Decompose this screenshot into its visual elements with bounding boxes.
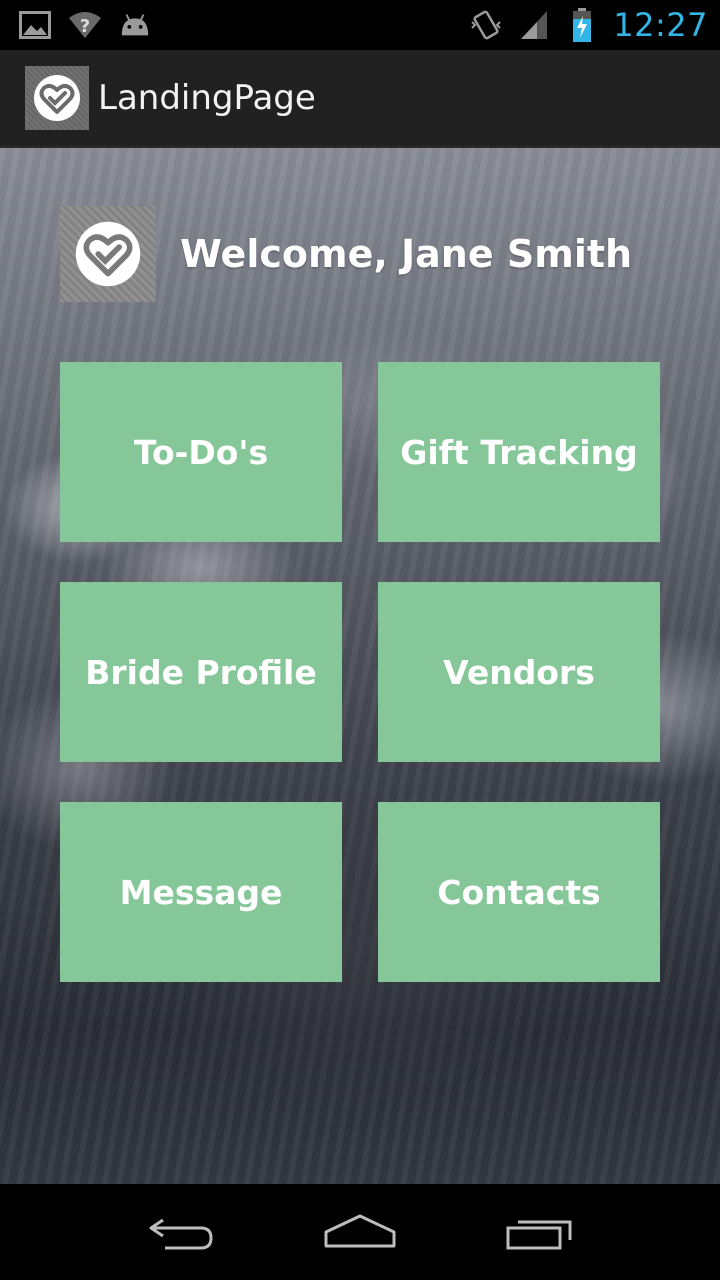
- navigation-bar: [0, 1184, 720, 1280]
- signal-icon: [517, 8, 551, 42]
- status-clock: 12:27: [613, 6, 708, 44]
- gift-tracking-button[interactable]: Gift Tracking: [378, 362, 660, 542]
- heart-check-icon: [34, 75, 80, 121]
- vendors-button[interactable]: Vendors: [378, 582, 660, 762]
- app-title: LandingPage: [98, 78, 316, 118]
- android-icon: [118, 8, 152, 42]
- home-button[interactable]: [320, 1202, 400, 1262]
- back-button[interactable]: [140, 1202, 220, 1262]
- recent-apps-icon: [506, 1220, 572, 1250]
- status-bar: ? 12:27: [0, 0, 720, 50]
- gallery-icon: [18, 8, 52, 42]
- bride-profile-button[interactable]: Bride Profile: [60, 582, 342, 762]
- action-bar: LandingPage: [0, 50, 720, 148]
- recent-apps-button[interactable]: [500, 1202, 580, 1262]
- welcome-logo: [60, 206, 156, 302]
- contacts-button[interactable]: Contacts: [378, 802, 660, 982]
- screen: ? 12:27 LandingPage Welcome, Jane Smith …: [0, 0, 720, 1280]
- heart-check-icon: [75, 221, 141, 287]
- welcome-message: Welcome, Jane Smith: [180, 232, 633, 276]
- app-logo[interactable]: [25, 66, 89, 130]
- home-icon: [324, 1214, 396, 1248]
- main-content: Welcome, Jane Smith To-Do's Gift Trackin…: [0, 148, 720, 1184]
- svg-text:?: ?: [80, 16, 90, 37]
- message-button[interactable]: Message: [60, 802, 342, 982]
- back-icon: [149, 1218, 213, 1250]
- battery-charging-icon: [565, 8, 599, 42]
- vibrate-icon: [469, 8, 503, 42]
- welcome-header: Welcome, Jane Smith: [60, 206, 632, 302]
- todos-button[interactable]: To-Do's: [60, 362, 342, 542]
- wifi-unknown-icon: ?: [68, 8, 102, 42]
